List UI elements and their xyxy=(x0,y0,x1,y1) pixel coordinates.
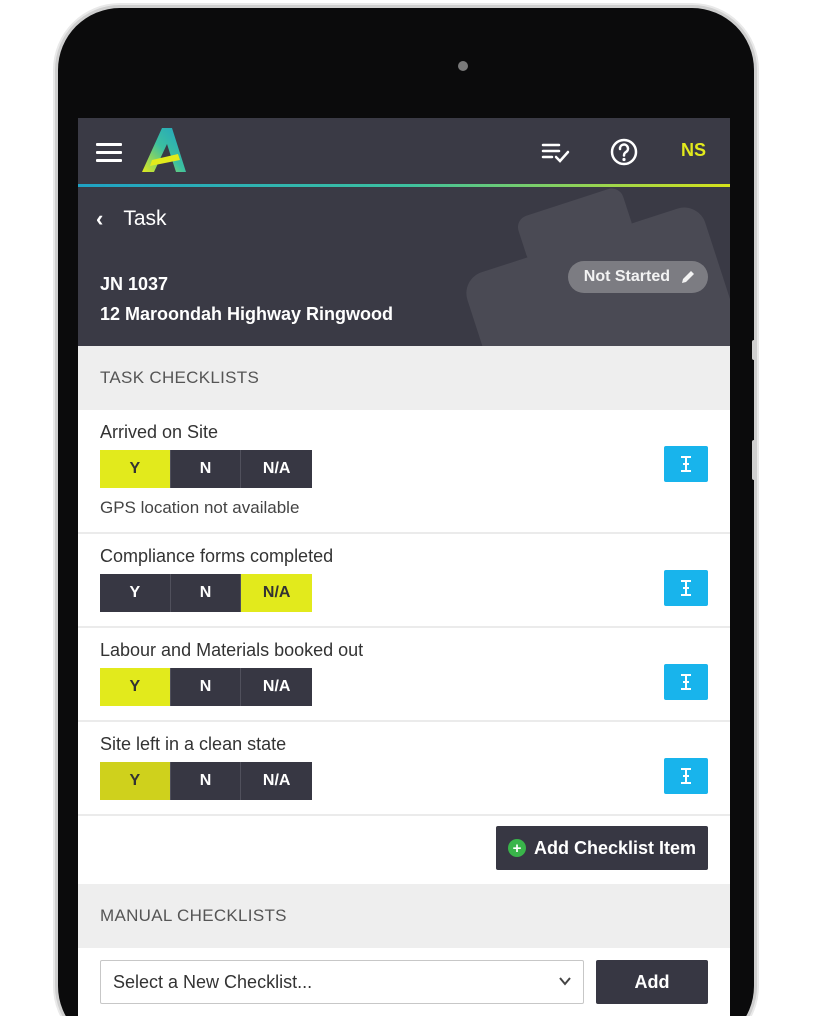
gps-note: GPS location not available xyxy=(100,498,300,517)
job-address: 12 Maroondah Highway Ringwood xyxy=(100,304,394,324)
job-number: JN 1037 xyxy=(100,274,169,294)
checklist-item-label: Labour and Materials booked out xyxy=(100,640,364,660)
checklist-select[interactable]: Select a New Checklist... xyxy=(100,960,584,1004)
yes-no-na-toggle: Y N N/A xyxy=(100,574,312,612)
text-cursor-icon xyxy=(681,674,691,690)
add-checklist-row: + Add Checklist Item xyxy=(78,816,730,884)
text-cursor-icon xyxy=(681,580,691,596)
side-button xyxy=(752,340,756,360)
user-initials-avatar[interactable]: NS xyxy=(681,140,706,161)
option-yes[interactable]: Y xyxy=(100,762,171,800)
back-button[interactable]: ‹ Task xyxy=(96,204,167,234)
option-no[interactable]: N xyxy=(170,668,242,706)
checklist-item: Labour and Materials booked out Y N N/A xyxy=(78,628,730,722)
option-yes[interactable]: Y xyxy=(100,574,171,612)
app-screen: NS ‹ Task JN 1037 12 Maroondah Highway R… xyxy=(78,118,730,1016)
attach-button[interactable] xyxy=(664,664,708,700)
checklist-item-label: Site left in a clean state xyxy=(100,734,287,754)
yes-no-na-toggle: Y N N/A xyxy=(100,668,312,706)
checklist-item: Site left in a clean state Y N N/A xyxy=(78,722,730,816)
add-checklist-item-button[interactable]: + Add Checklist Item xyxy=(495,826,708,870)
hamburger-menu-icon[interactable] xyxy=(96,143,122,163)
option-na[interactable]: N/A xyxy=(241,574,312,612)
option-no[interactable]: N xyxy=(170,762,242,800)
option-yes[interactable]: Y xyxy=(100,668,171,706)
checklist-item-label: Compliance forms completed xyxy=(100,546,334,566)
page-title: Task xyxy=(123,207,167,230)
manual-checklists-heading: MANUAL CHECKLISTS xyxy=(78,884,730,948)
option-yes[interactable]: Y xyxy=(100,450,171,488)
plus-circle-icon: + xyxy=(507,839,526,857)
status-badge[interactable]: Not Started xyxy=(567,261,708,293)
checklist-item: Arrived on Site Y N N/A GPS location not… xyxy=(78,410,730,534)
manual-checklist-row: Select a New Checklist... Add xyxy=(78,948,730,1016)
header-accent-line xyxy=(78,184,730,187)
app-header: NS ‹ Task JN 1037 12 Maroondah Highway R… xyxy=(78,118,730,346)
attach-button[interactable] xyxy=(664,758,708,794)
yes-no-na-toggle: Y N N/A xyxy=(100,762,312,800)
text-cursor-icon xyxy=(681,456,691,472)
attach-button[interactable] xyxy=(664,446,708,482)
app-logo xyxy=(142,128,186,172)
chevron-down-icon xyxy=(559,977,571,986)
option-na[interactable]: N/A xyxy=(241,450,312,488)
add-checklist-item-label: Add Checklist Item xyxy=(533,837,696,858)
chevron-left-icon: ‹ xyxy=(96,206,104,231)
attach-button[interactable] xyxy=(664,570,708,606)
checklist-item-label: Arrived on Site xyxy=(100,422,219,442)
option-no[interactable]: N xyxy=(170,450,242,488)
pencil-icon xyxy=(682,271,694,283)
text-cursor-icon xyxy=(681,768,691,784)
option-na[interactable]: N/A xyxy=(241,668,312,706)
option-no[interactable]: N xyxy=(170,574,242,612)
add-checklist-button[interactable]: Add xyxy=(596,960,708,1004)
task-checklists-heading: TASK CHECKLISTS xyxy=(78,346,730,410)
option-na[interactable]: N/A xyxy=(241,762,312,800)
checklist-select-value: Select a New Checklist... xyxy=(113,971,313,992)
checklist-icon[interactable] xyxy=(540,136,572,168)
yes-no-na-toggle: Y N N/A xyxy=(100,450,312,488)
top-bar: NS xyxy=(78,118,730,184)
status-label: Not Started xyxy=(583,268,670,285)
checklist-item: Compliance forms completed Y N N/A xyxy=(78,534,730,628)
camera-dot xyxy=(458,61,468,71)
side-button xyxy=(752,440,756,480)
help-circle-icon[interactable] xyxy=(608,136,640,168)
